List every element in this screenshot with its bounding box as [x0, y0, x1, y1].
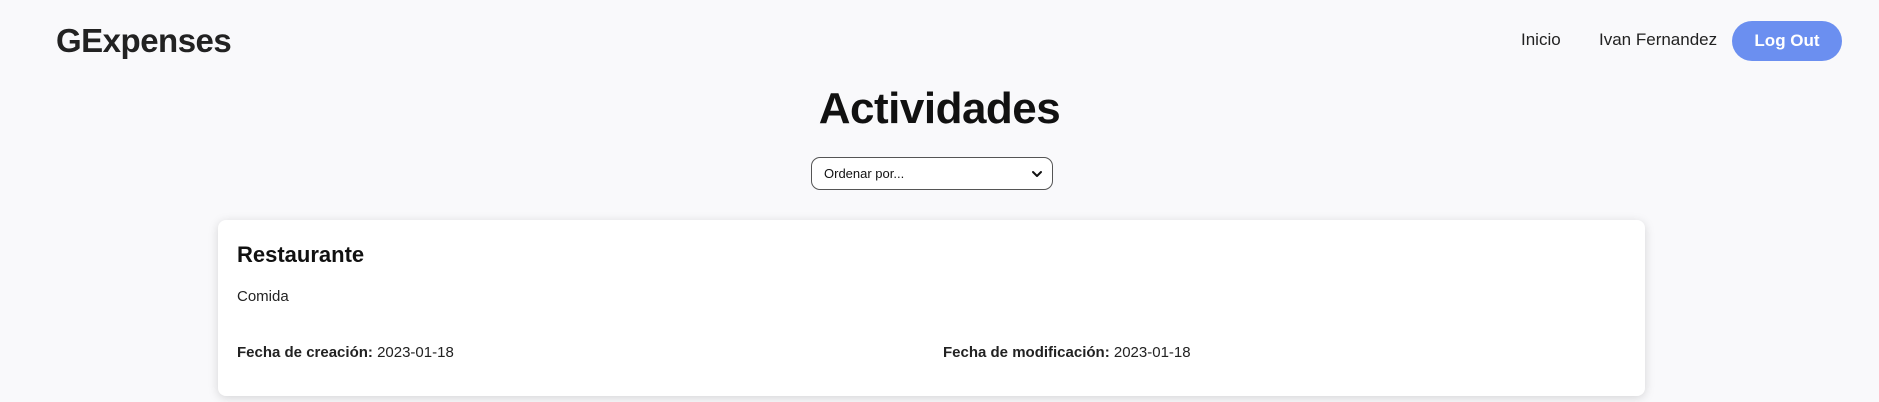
activity-card[interactable]: Restaurante Comida Fecha de creación: 20… — [218, 220, 1645, 396]
activity-category: Comida — [237, 288, 289, 305]
sort-select[interactable]: Ordenar por... — [811, 157, 1053, 190]
modified-value: 2023-01-18 — [1113, 344, 1191, 361]
activity-created-date: Fecha de creación: 2023-01-18 — [237, 344, 454, 361]
nav-link-inicio[interactable]: Inicio — [1521, 30, 1561, 50]
modified-label: Fecha de modificación: — [943, 344, 1110, 361]
sort-select-value: Ordenar por... — [824, 166, 905, 181]
activity-modified-date: Fecha de modificación: 2023-01-18 — [943, 344, 1191, 361]
logout-button[interactable]: Log Out — [1732, 21, 1842, 61]
activity-title: Restaurante — [237, 242, 365, 267]
brand-logo[interactable]: GExpenses — [56, 22, 232, 60]
nav-link-user[interactable]: Ivan Fernandez — [1599, 30, 1717, 50]
created-label: Fecha de creación: — [237, 344, 373, 361]
navbar: GExpenses Inicio Ivan Fernandez Log Out — [0, 0, 1879, 84]
page-title: Actividades — [818, 84, 1061, 133]
chevron-down-icon — [1032, 171, 1042, 177]
created-value: 2023-01-18 — [377, 344, 454, 361]
